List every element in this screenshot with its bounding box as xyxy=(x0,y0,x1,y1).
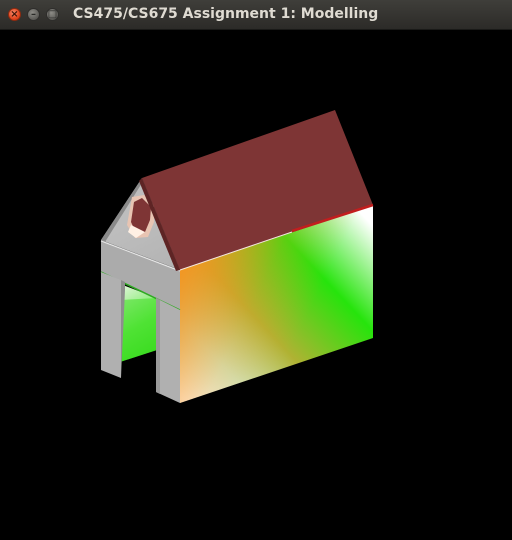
house-model xyxy=(100,110,374,403)
app-window: × – □ CS475/CS675 Assignment 1: Modellin… xyxy=(0,0,512,540)
close-icon: × xyxy=(10,9,19,20)
minimize-button[interactable]: – xyxy=(27,8,40,21)
right-pillar-inner xyxy=(156,298,160,394)
close-button[interactable]: × xyxy=(8,8,21,21)
left-pillar-front xyxy=(101,272,121,378)
opengl-viewport[interactable] xyxy=(0,30,512,540)
doorway-interior-floor xyxy=(120,298,157,362)
maximize-icon: □ xyxy=(47,9,58,20)
window-title: CS475/CS675 Assignment 1: Modelling xyxy=(73,6,379,22)
title-bar[interactable]: × – □ CS475/CS675 Assignment 1: Modellin… xyxy=(0,0,512,30)
minimize-icon: – xyxy=(31,9,36,20)
maximize-button[interactable]: □ xyxy=(46,8,59,21)
